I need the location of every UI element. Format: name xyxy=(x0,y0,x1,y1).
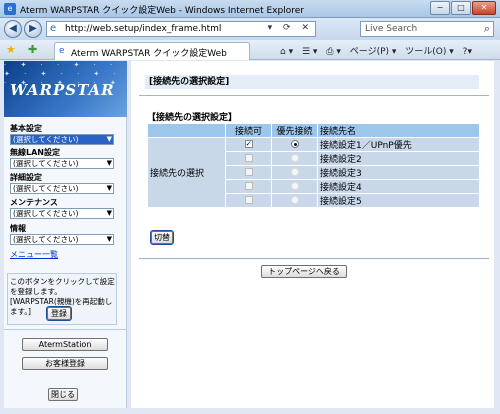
connection-name: 接続設定2 xyxy=(317,151,480,166)
connection-table: 接続可 優先接続 接続先名 接続先の選択 ✓ 接続設定1／UPnP優先 接続設定… xyxy=(147,123,480,208)
command-bar: ⌂ ▾ ☰ ▾ ⎙ ▾ ページ(P) ▾ ツール(O) ▾ ?▾ xyxy=(280,44,478,57)
enable-cell xyxy=(225,193,272,208)
group-label: 情報 xyxy=(10,224,26,233)
chevron-down-icon: ▼ xyxy=(106,135,112,143)
logo-text: WARPSTAR xyxy=(10,81,115,99)
group-maintenance: メンテナンス (選択してください) ▼ xyxy=(10,198,114,219)
back-button[interactable]: ◀ xyxy=(4,20,22,38)
group-advanced-settings: 詳細設定 (選択してください) ▼ xyxy=(10,173,114,194)
help-button[interactable]: ?▾ xyxy=(463,47,472,57)
tools-menu-button[interactable]: ツール(O) ▾ xyxy=(405,47,454,57)
header-name: 接続先名 xyxy=(317,123,480,138)
priority-cell xyxy=(271,165,318,180)
priority-radio-5[interactable] xyxy=(290,196,299,204)
enable-checkbox-2[interactable] xyxy=(244,154,253,162)
menu-list-link[interactable]: メニュー一覧 xyxy=(10,249,58,260)
connection-name: 接続設定4 xyxy=(317,179,480,194)
ie-app-icon: e xyxy=(4,3,16,15)
header-priority: 優先接続 xyxy=(271,123,318,138)
search-placeholder: Live Search xyxy=(365,24,418,34)
register-button[interactable]: 登録 xyxy=(46,306,72,321)
enable-checkbox-5[interactable] xyxy=(244,196,253,204)
enable-cell: ✓ xyxy=(225,137,272,152)
connection-name: 接続設定5 xyxy=(317,193,480,208)
maximize-button[interactable]: □ xyxy=(451,1,471,15)
advanced-settings-select[interactable]: (選択してください) ▼ xyxy=(10,183,114,194)
title-bar: e Aterm WARPSTAR クイック設定Web - Windows Int… xyxy=(0,0,500,18)
address-bar[interactable]: e http://web.setup/index_frame.html ▾ ⟳ … xyxy=(46,21,316,37)
switch-button[interactable]: 切替 xyxy=(150,230,174,245)
group-basic-settings: 基本設定 (選択してください) ▼ xyxy=(10,124,114,145)
main-content: [接続先の選択設定] 【接続先の選択設定】 接続可 優先接続 接続先名 接続先の… xyxy=(131,61,494,408)
window-title: Aterm WARPSTAR クイック設定Web - Windows Inter… xyxy=(20,6,304,16)
group-label: 詳細設定 xyxy=(10,173,42,182)
favorites-star-icon[interactable]: ★ xyxy=(6,43,16,56)
maintenance-select[interactable]: (選択してください) ▼ xyxy=(10,208,114,219)
browser-tab[interactable]: e Aterm WARPSTAR クイック設定Web xyxy=(54,42,250,60)
table-row: 接続先の選択 ✓ 接続設定1／UPnP優先 xyxy=(147,137,480,208)
home-button[interactable]: ⌂ ▾ xyxy=(280,47,293,57)
search-box[interactable]: Live Search ⌕ xyxy=(360,21,494,37)
table-header-row: 接続可 優先接続 接続先名 xyxy=(147,123,480,138)
warpstar-logo: · ✦ · · ✦ · · ✦ · ✦ · · ✦ · · ✦ · ✦ · · … xyxy=(4,61,127,117)
priority-cell xyxy=(271,193,318,208)
enable-checkbox-1[interactable]: ✓ xyxy=(244,140,253,148)
section-title: 【接続先の選択設定】 xyxy=(147,113,238,123)
tab-title: Aterm WARPSTAR クイック設定Web xyxy=(71,49,227,59)
basic-settings-select[interactable]: (選択してください) ▼ xyxy=(10,134,114,145)
close-button[interactable]: 閉じる xyxy=(48,388,78,401)
title-divider xyxy=(139,95,489,96)
header-enabled: 接続可 xyxy=(225,123,272,138)
priority-radio-1[interactable] xyxy=(290,140,299,148)
enable-cell xyxy=(225,151,272,166)
priority-radio-4[interactable] xyxy=(290,182,299,190)
enable-checkbox-4[interactable] xyxy=(244,182,253,190)
address-tools-icons[interactable]: ▾ ⟳ ✕ xyxy=(268,23,313,33)
tab-row: ★ ✚ e Aterm WARPSTAR クイック設定Web ⌂ ▾ ☰ ▾ ⎙… xyxy=(0,40,500,60)
feeds-button[interactable]: ☰ ▾ xyxy=(302,47,317,57)
forward-button[interactable]: ▶ xyxy=(24,20,42,38)
page-icon: e xyxy=(50,23,57,34)
minimize-button[interactable]: − xyxy=(430,1,450,15)
group-information: 情報 (選択してください) ▼ xyxy=(10,224,114,245)
search-icon[interactable]: ⌕ xyxy=(484,22,490,36)
group-wireless-lan-settings: 無線LAN設定 (選択してください) ▼ xyxy=(10,148,114,169)
page-menu-button[interactable]: ページ(P) ▾ xyxy=(350,47,397,57)
sidebar-divider xyxy=(4,329,127,330)
table-header-blank xyxy=(147,123,226,138)
chevron-down-icon: ▼ xyxy=(106,209,112,217)
information-select[interactable]: (選択してください) ▼ xyxy=(10,234,114,245)
address-url[interactable]: http://web.setup/index_frame.html xyxy=(65,24,221,34)
add-favorite-icon[interactable]: ✚ xyxy=(28,43,37,56)
group-label: 無線LAN設定 xyxy=(10,148,60,157)
chevron-down-icon: ▼ xyxy=(106,235,112,243)
row-group-label: 接続先の選択 xyxy=(147,137,226,208)
priority-cell xyxy=(271,137,318,152)
sidebar: · ✦ · · ✦ · · ✦ · ✦ · · ✦ · · ✦ · ✦ · · … xyxy=(4,61,127,408)
chevron-down-icon: ▼ xyxy=(106,184,112,192)
address-row: ◀ ▶ e http://web.setup/index_frame.html … xyxy=(0,18,500,40)
priority-radio-2[interactable] xyxy=(290,154,299,162)
priority-cell xyxy=(271,179,318,194)
priority-radio-3[interactable] xyxy=(290,168,299,176)
enable-cell xyxy=(225,165,272,180)
page-title: [接続先の選択設定] xyxy=(145,75,479,89)
aterm-station-button[interactable]: AtermStation xyxy=(22,338,108,351)
group-label: メンテナンス xyxy=(10,198,58,207)
chevron-down-icon: ▼ xyxy=(106,159,112,167)
group-label: 基本設定 xyxy=(10,124,42,133)
connection-name: 接続設定3 xyxy=(317,165,480,180)
tab-page-icon: e xyxy=(59,46,65,56)
wireless-lan-select[interactable]: (選択してください) ▼ xyxy=(10,158,114,169)
enable-cell xyxy=(225,179,272,194)
enable-checkbox-3[interactable] xyxy=(244,168,253,176)
content-divider xyxy=(139,258,489,259)
print-button[interactable]: ⎙ ▾ xyxy=(326,47,341,57)
customer-register-button[interactable]: お客様登録 xyxy=(22,357,108,370)
priority-cell xyxy=(271,151,318,166)
close-window-button[interactable]: ✕ xyxy=(472,1,496,15)
top-page-button[interactable]: トップページへ戻る xyxy=(261,265,347,278)
connection-name: 接続設定1／UPnP優先 xyxy=(317,137,480,152)
